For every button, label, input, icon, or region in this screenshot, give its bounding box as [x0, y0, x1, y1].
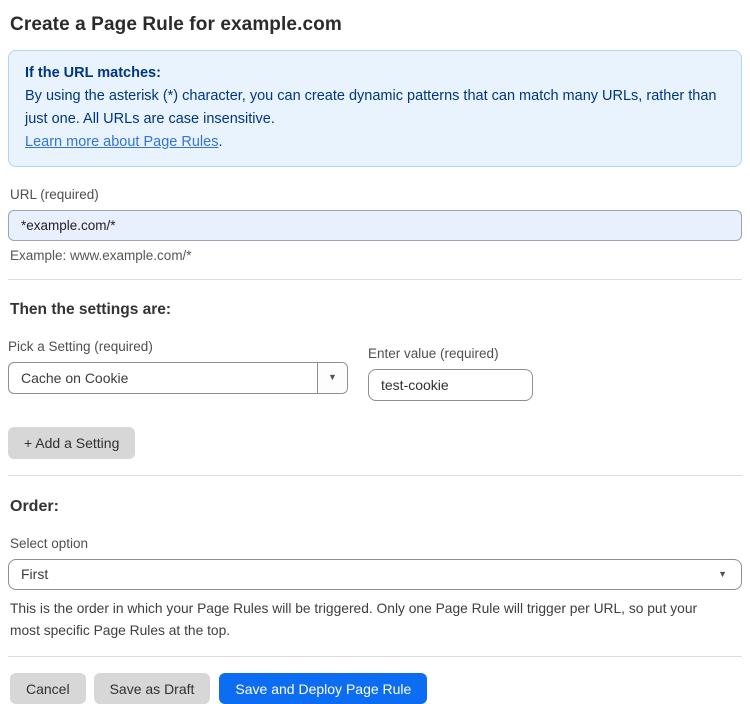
link-period: . — [218, 133, 223, 150]
learn-more-link[interactable]: Learn more about Page Rules — [25, 134, 218, 150]
info-box-heading: If the URL matches: — [25, 65, 161, 81]
page-title: Create a Page Rule for example.com — [10, 14, 342, 35]
info-box-body: By using the asterisk (*) character, you… — [25, 87, 717, 127]
cancel-button[interactable]: Cancel — [10, 673, 86, 704]
setting-value-input[interactable] — [368, 368, 533, 401]
chevron-down-icon: ▼ — [718, 568, 727, 579]
setting-picker-value: Cache on Cookie — [21, 369, 129, 386]
setting-picker-column: Pick a Setting (required) Cache on Cooki… — [8, 319, 348, 394]
setting-value-column: Enter value (required) — [368, 326, 533, 401]
order-select-label: Select option — [10, 535, 89, 551]
url-field-label: URL (required) — [10, 186, 99, 202]
save-draft-button[interactable]: Save as Draft — [93, 673, 211, 704]
chevron-down-icon: ▼ — [328, 372, 337, 383]
save-deploy-button[interactable]: Save and Deploy Page Rule — [219, 673, 428, 704]
divider — [8, 278, 742, 280]
url-example-text: Example: www.example.com/* — [10, 247, 192, 263]
url-input[interactable] — [8, 209, 742, 241]
settings-row: Pick a Setting (required) Cache on Cooki… — [8, 319, 740, 401]
divider — [8, 656, 742, 658]
order-select[interactable]: First ▼ — [8, 558, 742, 590]
order-select-value: First — [21, 566, 49, 583]
order-section-heading: Order: — [10, 497, 59, 515]
info-box-link-line: Learn more about Page Rules. — [25, 131, 725, 154]
add-setting-button[interactable]: + Add a Setting — [8, 426, 136, 459]
footer-button-row: Cancel Save as Draft Save and Deploy Pag… — [10, 673, 740, 704]
divider — [8, 474, 742, 476]
setting-picker-select[interactable]: Cache on Cookie ▼ — [8, 361, 348, 394]
setting-picker-label: Pick a Setting (required) — [8, 338, 153, 354]
url-match-info-box: If the URL matches: By using the asteris… — [8, 50, 742, 167]
setting-picker-arrow-button[interactable]: ▼ — [317, 362, 347, 393]
settings-section-heading: Then the settings are: — [10, 300, 172, 318]
setting-value-label: Enter value (required) — [368, 345, 499, 361]
order-help-text: This is the order in which your Page Rul… — [10, 600, 698, 638]
